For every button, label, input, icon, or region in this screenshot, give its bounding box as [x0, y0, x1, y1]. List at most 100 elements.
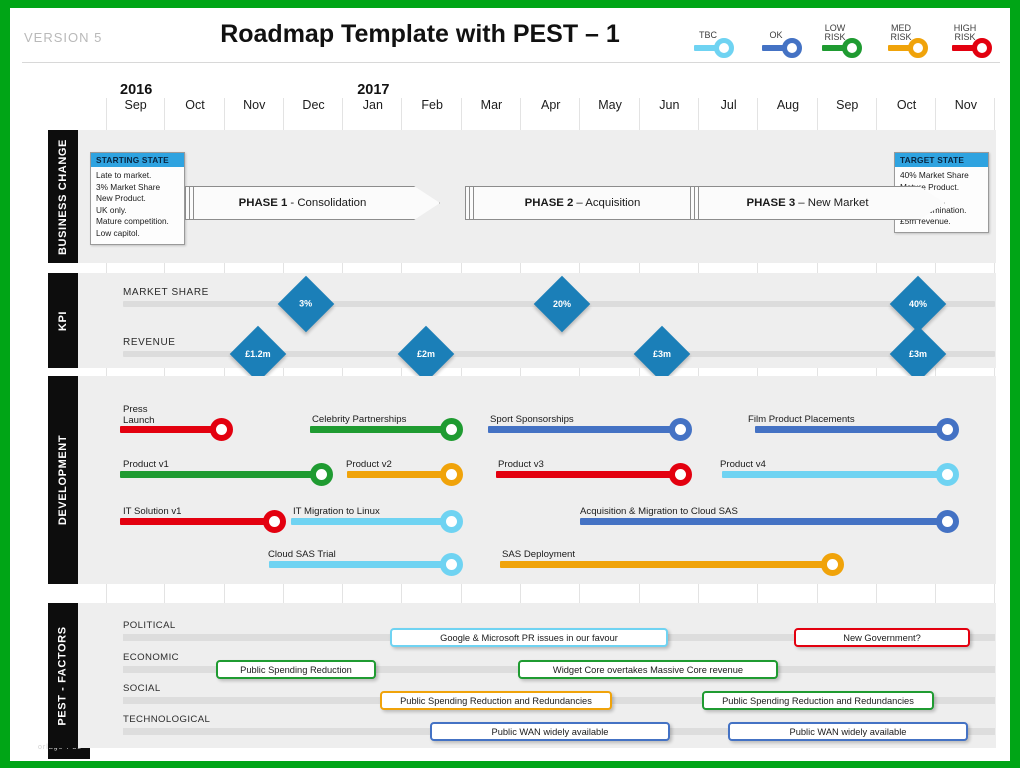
legend-ring-3	[908, 38, 928, 58]
dev-milestone-10	[936, 510, 959, 533]
month-label-3: Dec	[302, 98, 325, 112]
phase-tail-line-2	[698, 186, 699, 220]
dev-milestone-4	[310, 463, 333, 486]
dev-milestone-6	[669, 463, 692, 486]
version-label: VERSION 5	[24, 30, 103, 45]
phase-arrow-label: PHASE 1 - Consolidation	[199, 186, 406, 220]
dev-bar-3	[755, 426, 948, 433]
dev-bar-7	[722, 471, 948, 478]
state-box-title: TARGET STATE	[895, 153, 988, 167]
pest-item-2-1[interactable]: Public Spending Reduction and Redundanci…	[702, 691, 934, 710]
dev-milestone-3	[936, 418, 959, 441]
month-label-5: Feb	[421, 98, 443, 112]
dev-milestone-9	[440, 510, 463, 533]
year-label-2017: 2017	[357, 82, 390, 98]
phase-arrow-label: PHASE 2 – Acquisition	[479, 186, 686, 220]
dev-bar-4	[120, 471, 322, 478]
kpi-marker-value: 3%	[299, 298, 313, 309]
phase-arrow-2: PHASE 2 – Acquisition	[465, 186, 720, 220]
dev-label-12: SAS Deployment	[502, 549, 576, 560]
phase-desc: – Acquisition	[576, 197, 641, 209]
dev-bar-2	[488, 426, 681, 433]
month-label-8: May	[598, 98, 622, 112]
dev-bar-9	[291, 518, 452, 525]
dev-label-7: Product v4	[720, 459, 766, 470]
kpi-row-label-1: REVENUE	[123, 337, 176, 348]
state-box-body: Late to market. 3% Market Share New Prod…	[96, 170, 169, 238]
page-title: Roadmap Template with PEST – 1	[220, 20, 620, 48]
phase-name: PHASE 3	[746, 197, 796, 209]
kpi-marker-value: £2m	[416, 348, 436, 359]
kpi-marker-value: £1.2m	[245, 349, 271, 359]
legend-ring-0	[714, 38, 734, 58]
dev-label-8: IT Solution v1	[123, 506, 182, 517]
band-tab-pest-factors: PEST - FACTORS	[48, 603, 78, 748]
dev-milestone-7	[936, 463, 959, 486]
month-label-9: Jun	[659, 98, 680, 112]
month-label-11: Aug	[776, 98, 800, 112]
dev-milestone-12	[821, 553, 844, 576]
pest-row-label-3: TECHNOLOGICAL	[123, 714, 211, 725]
pest-item-3-0[interactable]: Public WAN widely available	[430, 722, 670, 741]
month-label-7: Apr	[541, 98, 561, 112]
dev-milestone-1	[440, 418, 463, 441]
dev-label-3: Film Product Placements	[748, 414, 855, 425]
dev-label-4: Product v1	[123, 459, 169, 470]
pest-item-1-0[interactable]: Public Spending Reduction	[216, 660, 376, 679]
phase-tail-line-1	[469, 186, 470, 220]
dev-milestone-0	[210, 418, 233, 441]
kpi-row-label-0: MARKET SHARE	[123, 287, 209, 298]
month-label-4: Jan	[362, 98, 383, 112]
dev-bar-12	[500, 561, 833, 568]
pest-item-0-0[interactable]: Google & Microsoft PR issues in our favo…	[390, 628, 668, 647]
pest-item-3-1[interactable]: Public WAN widely available	[728, 722, 968, 741]
dev-bar-1	[310, 426, 452, 433]
pest-row-label-2: SOCIAL	[123, 683, 161, 694]
dev-label-11: Cloud SAS Trial	[268, 549, 336, 560]
month-label-12: Sep	[836, 98, 859, 112]
year-label-2016: 2016	[120, 82, 153, 98]
month-label-6: Mar	[480, 98, 503, 112]
phase-desc: - Consolidation	[290, 197, 367, 209]
month-label-1: Oct	[185, 98, 205, 112]
dev-bar-0	[120, 426, 222, 433]
phase-tail-line-2	[473, 186, 474, 220]
pest-item-2-0[interactable]: Public Spending Reduction and Redundanci…	[380, 691, 612, 710]
month-header-row: Sep Oct Nov Dec Jan Feb Mar Apr May Jun Jul Aug Sep O…	[106, 98, 996, 124]
pest-row-label-1: ECONOMIC	[123, 652, 179, 663]
dev-label-2: Sport Sponsorships	[490, 414, 574, 425]
band-tab-label: DEVELOPMENT	[57, 434, 69, 526]
month-label-0: Sep	[124, 98, 147, 112]
dev-label-0: Press Launch	[123, 404, 155, 426]
pest-row-label-0: POLITICAL	[123, 620, 176, 631]
slide-frame: VERSION 5 Roadmap Template with PEST – 1…	[0, 0, 1020, 768]
legend-ring-4	[972, 38, 992, 58]
phase-tail-line-1	[694, 186, 695, 220]
dev-label-1: Celebrity Partnerships	[312, 414, 407, 425]
state-box-title: STARTING STATE	[91, 153, 184, 167]
dev-bar-10	[580, 518, 948, 525]
kpi-marker-value: 40%	[908, 298, 928, 309]
dev-milestone-11	[440, 553, 463, 576]
dev-label-6: Product v3	[498, 459, 544, 470]
band-tab-kpi: KPI	[48, 273, 78, 368]
kpi-marker-value: 20%	[552, 298, 572, 309]
dev-bar-5	[347, 471, 452, 478]
phase-arrow-1: PHASE 1 - Consolidation	[185, 186, 440, 220]
band-tab-label: BUSINESS CHANGE	[57, 138, 69, 255]
month-label-13: Oct	[896, 98, 917, 112]
dev-bar-6	[496, 471, 681, 478]
pest-item-1-1[interactable]: Widget Core overtakes Massive Core reven…	[518, 660, 778, 679]
pest-item-0-1[interactable]: New Government?	[794, 628, 970, 647]
month-label-2: Nov	[243, 98, 266, 112]
dev-label-5: Product v2	[346, 459, 392, 470]
risk-legend: TBC OK LOW RISK MED RISK HIGH RISK	[672, 14, 1002, 58]
phase-tail-line-1	[189, 186, 190, 220]
month-label-14: Nov	[954, 98, 977, 112]
dev-label-10: Acquisition & Migration to Cloud SAS	[580, 506, 738, 517]
state-box-starting: STARTING STATE Late to market. 3% Market …	[90, 152, 185, 245]
band-tab-label: KPI	[56, 310, 69, 331]
phase-desc: – New Market	[798, 197, 869, 209]
legend-ring-1	[782, 38, 802, 58]
dev-milestone-5	[440, 463, 463, 486]
